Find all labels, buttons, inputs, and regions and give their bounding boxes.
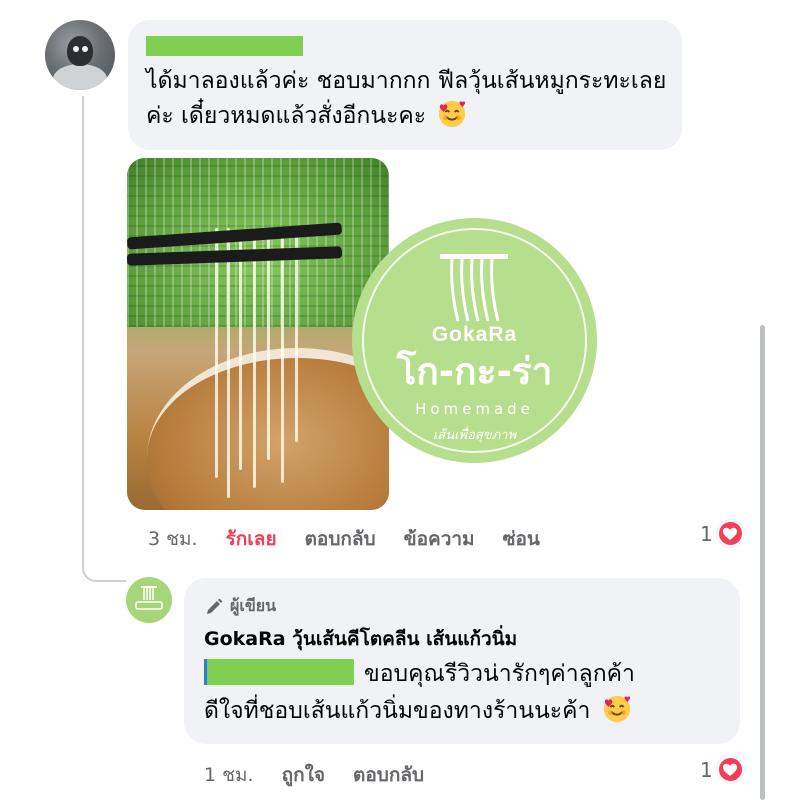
gokara-logo-watermark: GokaRa โก-กะ-ร่า Homemade เส้นเพื่อสุขภา… xyxy=(352,218,597,463)
noodle-bowl-icon xyxy=(440,254,508,322)
comment-reaction-number: 1 xyxy=(700,521,713,546)
thread-connector-curve xyxy=(82,560,126,582)
reply-reaction-number: 1 xyxy=(700,757,713,782)
comment-love-button[interactable]: รักเลย xyxy=(226,524,277,554)
reply-text-line2: ดีใจที่ชอบเส้นแก้วนิ่มของทางร้านนะค้า xyxy=(204,698,591,724)
avatar-figure-face xyxy=(67,36,93,66)
mention-redacted[interactable] xyxy=(204,659,354,685)
reply-bubble: ผู้เขียน GokaRa วุ้นเส้นคีโตคลีน เส้นแก้… xyxy=(184,578,740,744)
commenter-name-redacted[interactable] xyxy=(146,36,303,56)
love-reaction-icon xyxy=(716,520,744,547)
author-badge: ผู้เขียน xyxy=(204,594,276,619)
scrollbar[interactable] xyxy=(760,325,765,800)
gokara-mini-logo-icon xyxy=(135,586,163,610)
love-reaction-icon xyxy=(716,756,744,783)
reply-page-name[interactable]: GokaRa วุ้นเส้นคีโตคลีน เส้นแก้วนิ่ม xyxy=(204,624,517,654)
logo-subtitle: Homemade xyxy=(415,400,534,418)
page-avatar[interactable] xyxy=(126,577,172,623)
photo-noodle xyxy=(253,228,256,488)
reply-timestamp[interactable]: 1 ชม. xyxy=(204,760,254,790)
photo-noodle xyxy=(295,232,298,442)
comment-bubble: ได้มาลองแล้วค่ะ ชอบมากกก ฟีลวุ้นเส้นหมูก… xyxy=(128,20,682,150)
photo-noodle xyxy=(215,228,218,478)
reply-actions: 1 ชม. ถูกใจ ตอบกลับ xyxy=(204,760,452,790)
comment-photo[interactable] xyxy=(127,158,389,510)
commenter-avatar[interactable] xyxy=(45,20,115,90)
photo-noodle xyxy=(227,228,230,498)
thread-connector-line xyxy=(82,96,84,568)
comment-actions: 3 ชม. รักเลย ตอบกลับ ข้อความ ซ่อน xyxy=(148,524,568,554)
reply-text-line1: ขอบคุณรีวิวน่ารักๆค่าลูกค้า xyxy=(364,661,635,687)
author-badge-label: ผู้เขียน xyxy=(230,596,277,615)
comment-reaction-count[interactable]: 1 xyxy=(700,520,744,547)
smiling-face-with-hearts-icon xyxy=(439,100,466,128)
reply-like-button[interactable]: ถูกใจ xyxy=(282,760,325,790)
smiling-face-with-hearts-icon xyxy=(603,695,630,723)
pencil-icon xyxy=(207,598,223,614)
comment-message-button[interactable]: ข้อความ xyxy=(404,524,475,554)
comment-reply-button[interactable]: ตอบกลับ xyxy=(305,524,376,554)
comment-text-body: ได้มาลองแล้วค่ะ ชอบมากกก ฟีลวุ้นเส้นหมูก… xyxy=(146,68,667,129)
logo-thai-text: โก-กะ-ร่า xyxy=(396,350,553,393)
avatar-eye xyxy=(73,46,79,52)
reply-reply-button[interactable]: ตอบกลับ xyxy=(353,760,424,790)
logo-tagline: เส้นเพื่อสุขภาพ xyxy=(432,428,517,443)
avatar-figure-body xyxy=(53,64,107,90)
reply-reaction-count[interactable]: 1 xyxy=(700,756,744,783)
comment-hide-button[interactable]: ซ่อน xyxy=(503,524,540,554)
comment-timestamp[interactable]: 3 ชม. xyxy=(148,524,198,554)
photo-noodle xyxy=(281,228,284,483)
reply-text: ขอบคุณรีวิวน่ารักๆค่าลูกค้า ดีใจที่ชอบเส… xyxy=(204,656,734,730)
photo-noodle xyxy=(267,230,270,460)
avatar-eye xyxy=(82,46,88,52)
comment-text: ได้มาลองแล้วค่ะ ชอบมากกก ฟีลวุ้นเส้นหมูก… xyxy=(146,64,676,134)
photo-noodle xyxy=(239,230,242,470)
